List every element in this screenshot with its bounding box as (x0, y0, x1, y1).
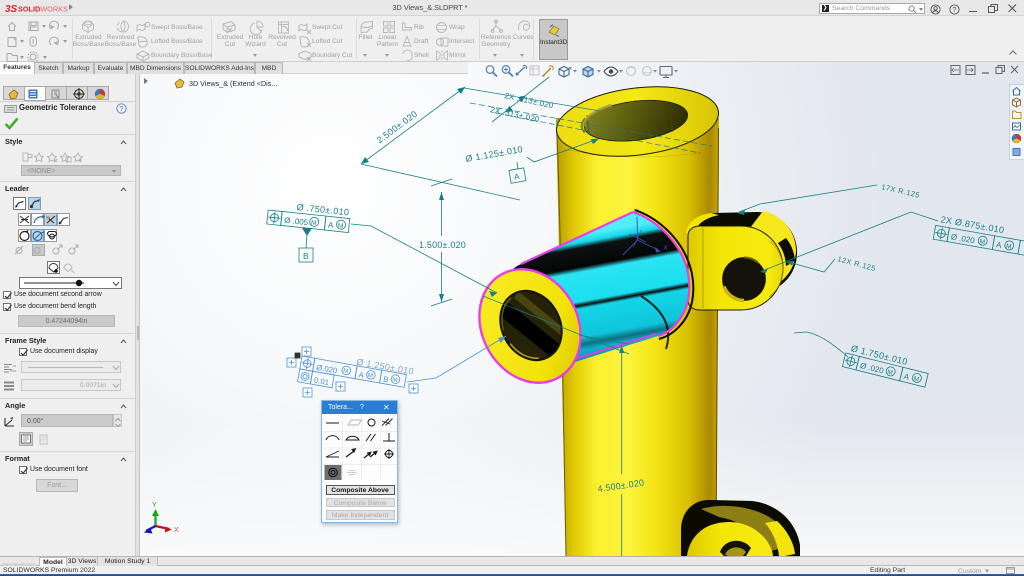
svg-text:X: X (663, 243, 668, 252)
svg-text:Y: Y (152, 502, 157, 509)
svg-text:B: B (303, 251, 309, 261)
svg-text:X: X (174, 527, 179, 534)
svg-text:3S: 3S (5, 4, 18, 14)
svg-text:1.500±.020: 1.500±.020 (419, 240, 466, 250)
svg-text:?: ? (119, 104, 123, 113)
svg-text:SOLIDWORKS: SOLIDWORKS (18, 5, 68, 14)
svg-text:M: M (338, 222, 344, 230)
svg-text:M: M (311, 220, 317, 228)
svg-text:Y: Y (634, 207, 639, 216)
svg-text:?: ? (952, 5, 956, 14)
